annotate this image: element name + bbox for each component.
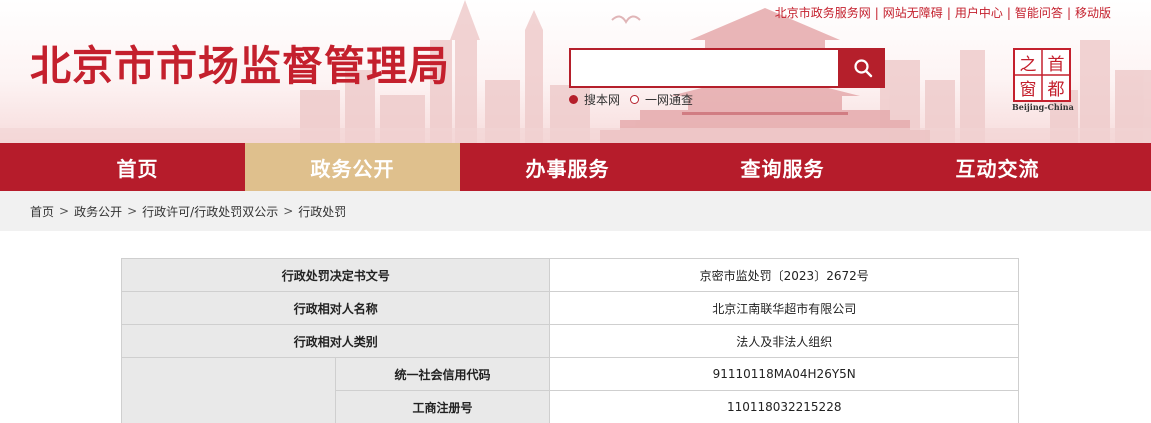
search-option-label: 搜本网: [584, 93, 621, 107]
search-icon: [853, 59, 872, 78]
link-accessibility[interactable]: 网站无障碍: [883, 4, 943, 21]
breadcrumb-penalty[interactable]: 行政处罚: [298, 203, 346, 220]
breadcrumb-dual-publicity[interactable]: 行政许可/行政处罚双公示: [142, 203, 278, 220]
nav-home[interactable]: 首页: [0, 143, 245, 191]
table-row: 行政相对人类别 法人及非法人组织: [120, 324, 1019, 358]
breadcrumb-home[interactable]: 首页: [30, 203, 54, 220]
row-label: 行政处罚决定书文号: [120, 258, 551, 292]
search-option-label: 一网通查: [645, 93, 694, 107]
breadcrumb: 首页 > 政务公开 > 行政许可/行政处罚双公示 > 行政处罚: [0, 191, 1151, 231]
link-separator: |: [1006, 5, 1011, 20]
row-label: 工商注册号: [334, 390, 551, 423]
link-separator: |: [946, 5, 951, 20]
search-option-unified[interactable]: 一网通查: [630, 91, 693, 108]
search-option-site[interactable]: 搜本网: [569, 91, 620, 108]
nav-services[interactable]: 办事服务: [460, 143, 675, 191]
radio-unselected-icon: [630, 95, 640, 104]
row-label: 行政相对人类别: [120, 324, 551, 358]
breadcrumb-separator: >: [127, 204, 138, 218]
row-group-blank: [121, 357, 336, 423]
search-scope-options: 搜本网 一网通查: [569, 91, 703, 108]
link-separator: |: [1066, 5, 1071, 20]
radio-selected-icon: [569, 95, 578, 104]
search-input[interactable]: [569, 48, 840, 88]
link-beijing-gov-services[interactable]: 北京市政务服务网: [775, 4, 871, 21]
breadcrumb-separator: >: [283, 204, 294, 218]
table-row: 行政处罚决定书文号 京密市监处罚〔2023〕2672号: [120, 258, 1019, 292]
logo-char: 之: [1020, 55, 1037, 75]
row-value: 北京江南联华超市有限公司: [549, 291, 1019, 325]
site-header: 北京市市场监督管理局 北京市政务服务网 | 网站无障碍 | 用户中心 | 智能问…: [0, 0, 1151, 143]
link-separator: |: [874, 5, 879, 20]
link-smart-qa[interactable]: 智能问答: [1015, 4, 1063, 21]
main-nav: 首页 政务公开 办事服务 查询服务 互动交流: [0, 143, 1151, 191]
logo-english-text: Beijing-China: [1012, 102, 1074, 112]
row-value: 京密市监处罚〔2023〕2672号: [549, 258, 1019, 292]
row-value: 91110118MA04H26Y5N: [549, 357, 1019, 391]
row-value: 110118032215228: [549, 390, 1019, 423]
nav-interaction[interactable]: 互动交流: [890, 143, 1105, 191]
row-label: 行政相对人名称: [120, 291, 551, 325]
link-mobile-version[interactable]: 移动版: [1075, 4, 1111, 21]
row-label: 统一社会信用代码: [334, 357, 551, 391]
breadcrumb-separator: >: [59, 204, 70, 218]
site-title: 北京市市场监督管理局: [30, 42, 450, 90]
table-row: 行政相对人名称 北京江南联华超市有限公司: [120, 291, 1019, 325]
search-button[interactable]: [840, 48, 885, 88]
logo-char: 首: [1048, 55, 1065, 75]
row-value: 法人及非法人组织: [549, 324, 1019, 358]
logo-char: 都: [1048, 80, 1065, 100]
nav-government-affairs[interactable]: 政务公开: [245, 143, 460, 191]
link-user-center[interactable]: 用户中心: [955, 4, 1003, 21]
top-links: 北京市政务服务网 | 网站无障碍 | 用户中心 | 智能问答 | 移动版: [775, 4, 1111, 21]
table-row: 统一社会信用代码 91110118MA04H26Y5N: [121, 357, 1019, 423]
nav-inquiry[interactable]: 查询服务: [675, 143, 890, 191]
penalty-detail-table: 行政处罚决定书文号 京密市监处罚〔2023〕2672号 行政相对人名称 北京江南…: [120, 258, 1019, 423]
breadcrumb-government-affairs[interactable]: 政务公开: [74, 203, 122, 220]
logo-char: 窗: [1020, 80, 1037, 100]
